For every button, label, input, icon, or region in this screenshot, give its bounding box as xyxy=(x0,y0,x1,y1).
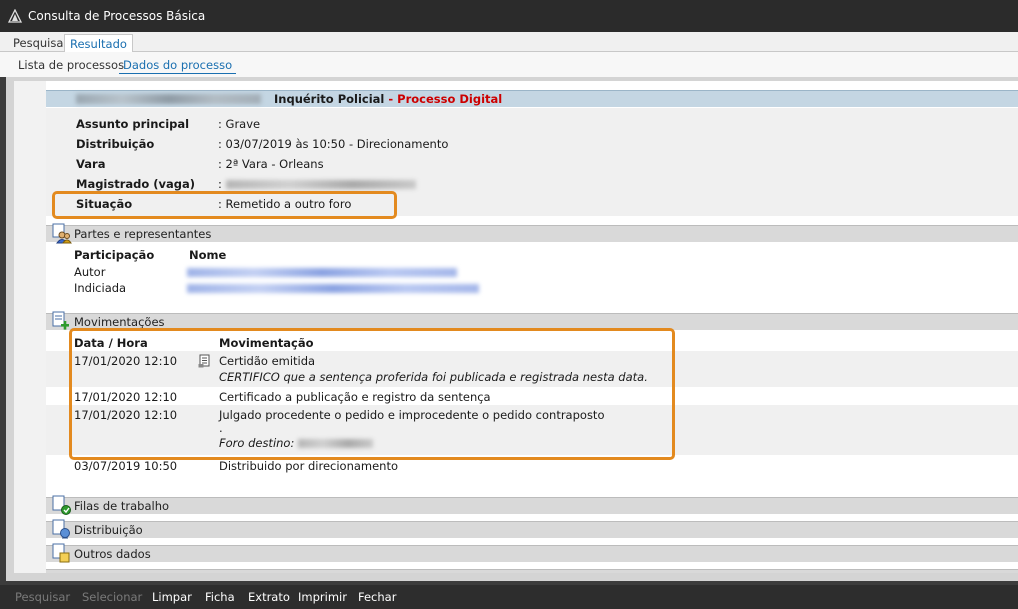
situacao-highlight xyxy=(52,191,397,219)
people-icon xyxy=(52,223,72,244)
app-logo-icon xyxy=(8,9,22,23)
magistrate-redacted xyxy=(225,180,416,189)
limpar-button[interactable]: Limpar xyxy=(152,590,192,604)
fechar-button[interactable]: Fechar xyxy=(358,590,396,604)
section-outros-dados[interactable]: Outros dados xyxy=(46,545,1018,562)
name-link-redacted[interactable] xyxy=(187,281,479,295)
process-header: Inquérito Policial - Processo Digital xyxy=(46,90,1018,107)
ficha-button[interactable]: Ficha xyxy=(205,590,235,604)
tab-resultado[interactable]: Resultado xyxy=(64,34,133,53)
imprimir-button[interactable]: Imprimir xyxy=(298,590,347,604)
section-filas[interactable]: Filas de trabalho xyxy=(46,497,1018,514)
section-partes[interactable]: Partes e representantes xyxy=(46,225,1018,242)
other-data-icon xyxy=(52,543,70,563)
tab-lista-processos[interactable]: Lista de processos xyxy=(14,58,128,72)
top-tab-bar: Pesquisa Resultado xyxy=(0,32,1018,53)
distribution-icon xyxy=(52,519,70,539)
selecionar-button[interactable]: Selecionar xyxy=(82,590,142,604)
tab-dados-processo[interactable]: Dados do processo xyxy=(119,58,237,74)
bottom-toolbar: Pesquisar Selecionar Limpar Ficha Extrat… xyxy=(0,585,1018,609)
participacao-cell: Autor xyxy=(74,265,106,279)
process-title: Inquérito Policial - Processo Digital xyxy=(274,92,503,106)
pesquisar-button[interactable]: Pesquisar xyxy=(15,590,70,604)
extrato-button[interactable]: Extrato xyxy=(248,590,290,604)
tab-pesquisa[interactable]: Pesquisa xyxy=(8,34,68,52)
title-bar: Consulta de Processos Básica xyxy=(0,0,1018,32)
name-link-redacted[interactable] xyxy=(187,265,457,279)
section-next-partial xyxy=(46,569,1018,573)
queue-icon xyxy=(52,495,71,515)
digital-badge: Processo Digital xyxy=(397,92,503,106)
process-details-panel[interactable]: Inquérito Policial - Processo Digital As… xyxy=(14,81,1018,573)
participacao-cell: Indiciada xyxy=(74,281,127,295)
section-distribuicao[interactable]: Distribuição xyxy=(46,521,1018,538)
sub-tab-bar: Lista de processos Dados do processo xyxy=(0,52,1018,77)
window-title: Consulta de Processos Básica xyxy=(28,9,206,23)
process-number-redacted xyxy=(76,94,261,104)
movimentacoes-highlight xyxy=(69,328,675,460)
